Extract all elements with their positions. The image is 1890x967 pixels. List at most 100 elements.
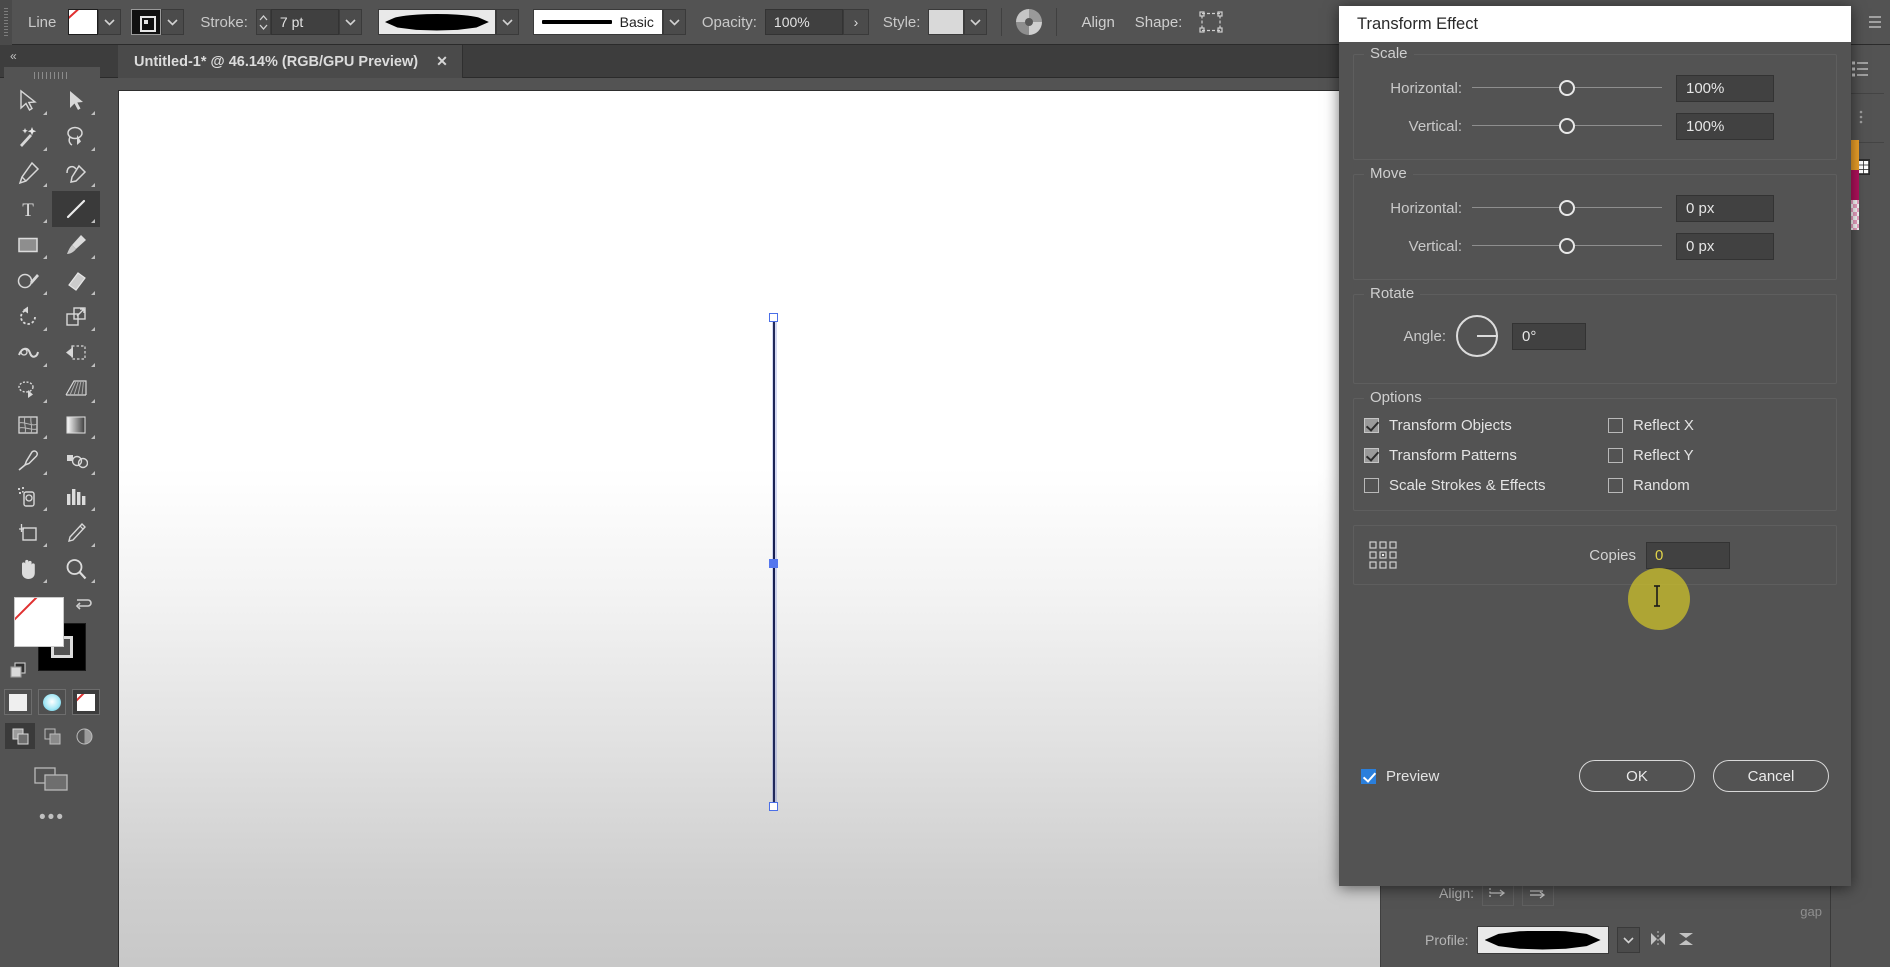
stroke-swatch[interactable]: [131, 9, 162, 35]
flip-across-icon[interactable]: [1676, 930, 1696, 951]
preview-checkbox[interactable]: [1361, 768, 1376, 784]
lasso-tool[interactable]: [52, 119, 100, 155]
screen-mode-button[interactable]: [4, 765, 100, 793]
column-graph-tool[interactable]: [52, 479, 100, 515]
width-tool[interactable]: [4, 335, 52, 371]
line-midpoint-handle[interactable]: [769, 559, 778, 568]
toolbar-collapse-button[interactable]: «: [4, 45, 100, 67]
control-bar-grip[interactable]: [0, 0, 12, 45]
transform-patterns-checkbox[interactable]: [1364, 448, 1379, 463]
transform-bounding-box-icon[interactable]: [1198, 10, 1224, 34]
fill-dropdown-chevron-down-icon[interactable]: [98, 9, 122, 35]
shaper-tool[interactable]: [4, 263, 52, 299]
move-horizontal-slider[interactable]: [1472, 198, 1662, 218]
ok-button[interactable]: OK: [1579, 760, 1695, 792]
line-segment-tool[interactable]: [52, 191, 100, 227]
stroke-weight-value[interactable]: 7 pt: [270, 9, 339, 35]
width-profile-chevron-down-icon[interactable]: [495, 9, 519, 35]
opacity-mask-wheel-icon[interactable]: [1016, 9, 1043, 35]
blend-tool[interactable]: [52, 443, 100, 479]
scale-horizontal-slider[interactable]: [1472, 78, 1662, 98]
opacity-value[interactable]: 100%: [764, 9, 843, 35]
eyedropper-tool[interactable]: [4, 443, 52, 479]
copies-value[interactable]: 0: [1646, 541, 1730, 569]
magic-wand-tool[interactable]: [4, 119, 52, 155]
shape-menu-button[interactable]: Shape:: [1125, 14, 1193, 31]
perspective-grid-tool[interactable]: [52, 371, 100, 407]
scale-tool[interactable]: [52, 299, 100, 335]
free-transform-tool[interactable]: [52, 335, 100, 371]
gradient-color-button[interactable]: [38, 689, 66, 715]
curvature-tool[interactable]: [52, 155, 100, 191]
transform-objects-checkbox[interactable]: [1364, 418, 1379, 433]
hand-tool[interactable]: [4, 551, 52, 587]
rectangle-tool[interactable]: [4, 227, 52, 263]
mesh-tool[interactable]: [4, 407, 52, 443]
brush-definition-preview[interactable]: Basic: [532, 9, 663, 35]
stroke-weight-chevron-down-icon[interactable]: [338, 9, 362, 35]
pen-tool[interactable]: [4, 155, 52, 191]
rotate-angle-dial[interactable]: [1456, 315, 1498, 357]
default-fill-stroke-icon[interactable]: [10, 662, 27, 679]
scale-vertical-value[interactable]: 100%: [1676, 112, 1774, 140]
scale-horizontal-value[interactable]: 100%: [1676, 74, 1774, 102]
scale-strokes-effects-checkbox[interactable]: [1364, 478, 1379, 493]
reflect-y-checkbox[interactable]: [1608, 448, 1623, 463]
brush-chevron-down-icon[interactable]: [662, 9, 686, 35]
option-random[interactable]: Random: [1608, 477, 1826, 494]
zoom-tool[interactable]: [52, 551, 100, 587]
control-bar-overflow-menu-icon[interactable]: [1866, 13, 1890, 31]
line-anchor-bottom[interactable]: [769, 802, 778, 811]
preview-toggle[interactable]: Preview: [1361, 768, 1439, 785]
draw-inside-mode-icon[interactable]: [69, 723, 99, 749]
transform-effect-dialog[interactable]: Transform Effect Scale Horizontal: 100% …: [1339, 6, 1851, 886]
draw-normal-mode-icon[interactable]: [5, 723, 35, 749]
cancel-button[interactable]: Cancel: [1713, 760, 1829, 792]
swap-fill-stroke-icon[interactable]: [74, 595, 94, 617]
align-menu-button[interactable]: Align: [1071, 14, 1124, 31]
option-scale-strokes-effects[interactable]: Scale Strokes & Effects: [1364, 477, 1608, 494]
opacity-expand-arrow-icon[interactable]: ›: [842, 9, 869, 35]
option-transform-patterns[interactable]: Transform Patterns: [1364, 447, 1608, 464]
direct-selection-tool[interactable]: [52, 83, 100, 119]
line-anchor-top[interactable]: [769, 313, 778, 322]
tools-panel-grip[interactable]: [4, 67, 100, 83]
document-tab[interactable]: Untitled-1* @ 46.14% (RGB/GPU Preview) ✕: [118, 45, 463, 78]
shape-builder-tool[interactable]: [4, 371, 52, 407]
option-reflect-y[interactable]: Reflect Y: [1608, 447, 1826, 464]
flip-along-icon[interactable]: [1648, 930, 1668, 951]
flat-color-button[interactable]: [4, 689, 32, 715]
stroke-dropdown-chevron-down-icon[interactable]: [161, 9, 185, 35]
artboard-tool[interactable]: [4, 515, 52, 551]
fill-color-indicator[interactable]: [14, 597, 64, 647]
random-checkbox[interactable]: [1608, 478, 1623, 493]
rotate-tool[interactable]: [4, 299, 52, 335]
eraser-tool[interactable]: [52, 263, 100, 299]
scale-vertical-slider[interactable]: [1472, 116, 1662, 136]
tools-overflow-button[interactable]: •••: [4, 807, 100, 829]
reflect-x-checkbox[interactable]: [1608, 418, 1623, 433]
graphic-style-swatch[interactable]: [928, 9, 965, 35]
artboard[interactable]: [118, 90, 1430, 967]
type-tool[interactable]: T: [4, 191, 52, 227]
none-color-button[interactable]: [72, 689, 100, 715]
draw-behind-mode-icon[interactable]: [37, 723, 67, 749]
option-reflect-x[interactable]: Reflect X: [1608, 417, 1826, 434]
stroke-profile-preview[interactable]: [1476, 926, 1609, 954]
gradient-tool[interactable]: [52, 407, 100, 443]
anchor-grid-icon[interactable]: [1368, 540, 1398, 570]
move-horizontal-value[interactable]: 0 px: [1676, 194, 1774, 222]
document-tab-close-icon[interactable]: ✕: [436, 53, 448, 70]
move-vertical-slider[interactable]: [1472, 236, 1662, 256]
fill-swatch[interactable]: [68, 9, 99, 35]
stroke-profile-chevron-down-icon[interactable]: [1616, 927, 1640, 953]
rotate-angle-value[interactable]: 0°: [1512, 322, 1586, 350]
move-vertical-value[interactable]: 0 px: [1676, 232, 1774, 260]
stroke-weight-stepper[interactable]: [255, 9, 271, 35]
option-transform-objects[interactable]: Transform Objects: [1364, 417, 1608, 434]
selection-tool[interactable]: [4, 83, 52, 119]
slice-tool[interactable]: [52, 515, 100, 551]
style-chevron-down-icon[interactable]: [964, 9, 988, 35]
symbol-sprayer-tool[interactable]: [4, 479, 52, 515]
paintbrush-tool[interactable]: [52, 227, 100, 263]
